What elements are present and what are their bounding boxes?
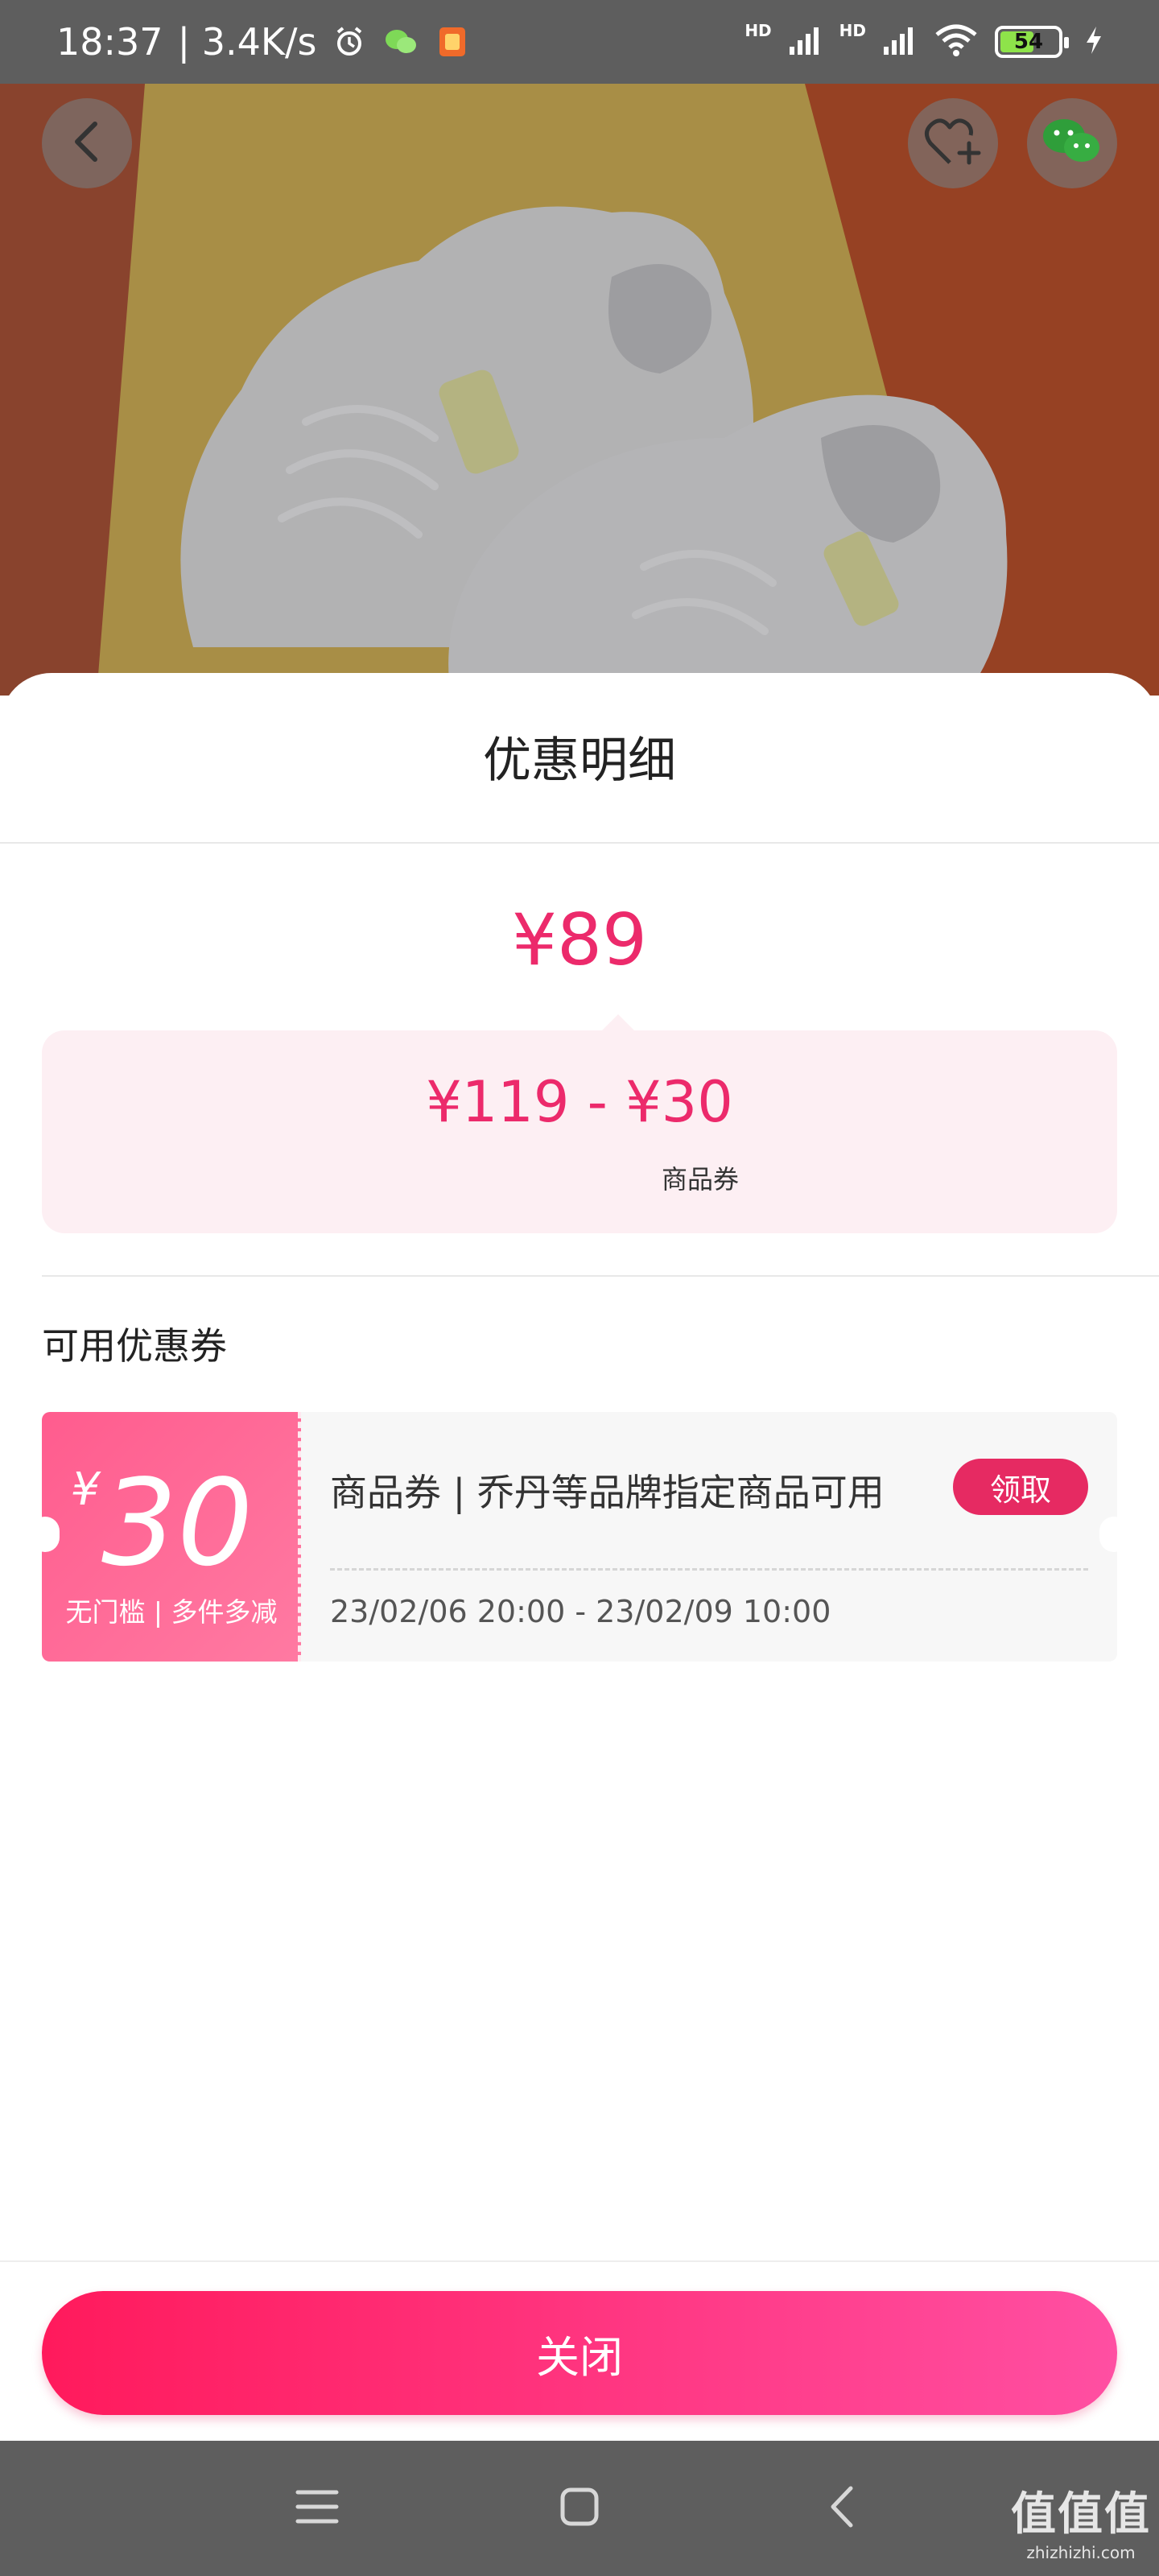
watermark-text: 值值值: [1011, 2488, 1151, 2541]
coupon-notch-right: [1099, 1517, 1128, 1552]
battery-level: 54: [1013, 30, 1044, 54]
charging-icon: [1085, 25, 1103, 59]
coupon-condition: 无门槛 | 多件多减: [65, 1596, 278, 1628]
favorite-button[interactable]: [908, 98, 998, 188]
back-icon: [828, 2485, 856, 2532]
watermark-url: zhizhizhi.com: [1026, 2543, 1136, 2562]
price-formula: ¥119 - ¥30: [426, 1069, 733, 1135]
claim-button[interactable]: 领取: [953, 1459, 1088, 1515]
system-back-button[interactable]: [802, 2468, 882, 2549]
section-divider: [42, 1275, 1159, 1277]
coupon-value-panel: ¥ 30 无门槛 | 多件多减: [42, 1412, 301, 1662]
coupon-validity: 23/02/06 20:00 - 23/02/09 10:00: [330, 1594, 831, 1629]
bottom-action-bar: 关闭: [0, 2260, 1159, 2441]
status-bar: 18:37 | 3.4K/s HD HD 54: [0, 0, 1159, 84]
home-button[interactable]: [539, 2468, 620, 2549]
site-watermark: 值值值 zhizhizhi.com: [1011, 2478, 1151, 2562]
menu-icon: [295, 2487, 340, 2529]
chevron-left-icon: [71, 119, 103, 167]
recent-apps-button[interactable]: [277, 2468, 357, 2549]
coupon-currency: ¥: [71, 1463, 100, 1516]
battery-indicator: 54: [995, 26, 1069, 58]
coupon-amount: 30: [101, 1454, 254, 1592]
home-icon: [559, 2487, 600, 2530]
wechat-icon: [1041, 117, 1103, 170]
status-left: 18:37 | 3.4K/s: [56, 20, 471, 64]
status-time: 18:37: [56, 20, 163, 64]
discount-detail-sheet: 优惠明细 ¥89 ¥119 - ¥30 商品券 可用优惠券 ¥ 30 无门槛 |…: [0, 673, 1159, 2441]
alarm-icon: [331, 23, 368, 60]
coupon-notch-left: [31, 1517, 60, 1552]
formula-label: 商品券: [662, 1164, 740, 1195]
available-coupons-title: 可用优惠券: [42, 1324, 227, 1368]
wechat-notification-icon: [382, 23, 419, 60]
sheet-title: 优惠明细: [483, 733, 676, 789]
coupon-description: 商品券 | 乔丹等品牌指定商品可用: [330, 1471, 885, 1514]
share-wechat-button[interactable]: [1027, 98, 1117, 188]
system-navigation-bar: 值值值 zhizhizhi.com: [0, 2441, 1159, 2576]
app-notification-icon: [434, 23, 471, 60]
product-image: [0, 84, 1159, 696]
signal-hd-2: HD: [839, 21, 866, 40]
title-divider: [0, 842, 1159, 844]
network-speed: | 3.4K/s: [177, 20, 317, 64]
wifi-icon: [934, 23, 979, 60]
signal-icon: [882, 24, 918, 60]
coupon-dashed-divider: [330, 1568, 1088, 1571]
signal-icon: [788, 24, 823, 60]
status-right: HD HD 54: [744, 21, 1103, 60]
final-price: ¥89: [512, 898, 647, 981]
coupon-info-panel: 商品券 | 乔丹等品牌指定商品可用 领取 23/02/06 20:00 - 23…: [301, 1412, 1117, 1662]
heart-plus-icon: [924, 116, 982, 171]
coupon-card: ¥ 30 无门槛 | 多件多减 商品券 | 乔丹等品牌指定商品可用 领取 23/…: [31, 1412, 1128, 1662]
signal-hd-1: HD: [744, 21, 772, 40]
back-button[interactable]: [42, 98, 132, 188]
close-button[interactable]: 关闭: [42, 2291, 1117, 2415]
hero-overlay: [0, 84, 1159, 696]
price-calculation-box: ¥119 - ¥30 商品券: [42, 1014, 1117, 1233]
